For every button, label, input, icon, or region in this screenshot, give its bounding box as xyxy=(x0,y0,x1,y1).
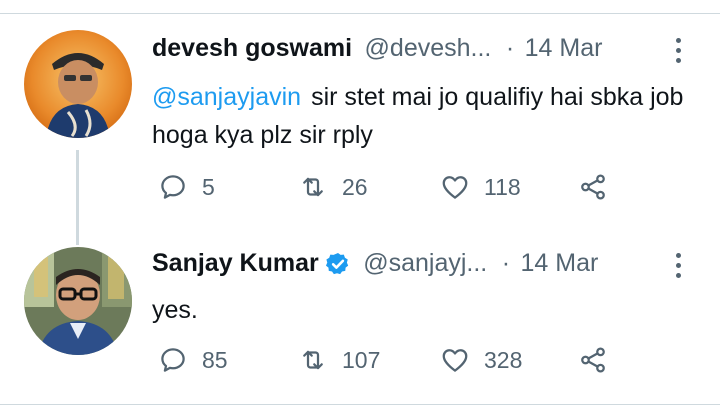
top-divider xyxy=(0,13,720,14)
tweet-actions: 5 26 118 xyxy=(158,170,638,204)
like-button[interactable]: 118 xyxy=(440,170,521,204)
avatar[interactable] xyxy=(24,30,132,138)
author-name[interactable]: devesh goswami xyxy=(152,34,352,63)
tweet-text: @sanjayjavin sir stet mai jo qualifiy hai… xyxy=(152,78,692,154)
tweet-date[interactable]: 14 Mar xyxy=(520,249,598,278)
share-button[interactable] xyxy=(578,170,608,204)
tweet-text: yes. xyxy=(152,291,692,329)
author-name[interactable]: Sanjay Kumar xyxy=(152,249,319,278)
tweet-date[interactable]: 14 Mar xyxy=(525,34,603,63)
reply-count: 85 xyxy=(202,346,228,373)
reply-icon xyxy=(161,175,185,199)
retweet-count: 107 xyxy=(342,346,381,373)
author-handle[interactable]: @sanjayj... xyxy=(363,249,487,278)
tweet-devesh[interactable]: devesh goswami @devesh... · 14 Mar @sanj… xyxy=(0,30,720,220)
verified-badge-icon xyxy=(325,252,348,274)
retweet-icon xyxy=(303,350,323,370)
separator: · xyxy=(501,249,511,277)
retweet-button[interactable]: 107 xyxy=(298,343,380,377)
tweet-header: devesh goswami @devesh... · 14 Mar xyxy=(152,34,690,70)
like-icon xyxy=(442,349,468,372)
like-icon xyxy=(442,176,468,199)
like-count: 118 xyxy=(484,173,521,200)
retweet-count: 26 xyxy=(342,173,368,200)
tweet-sanjay[interactable]: Sanjay Kumar @sanjayj... · 14 Mar yes. 8… xyxy=(0,245,720,385)
like-button[interactable]: 328 xyxy=(440,343,522,377)
separator: · xyxy=(505,34,515,62)
reply-button[interactable]: 85 xyxy=(158,343,228,377)
author-handle[interactable]: @devesh... xyxy=(365,34,492,63)
reply-button[interactable]: 5 xyxy=(158,170,215,204)
retweet-button[interactable]: 26 xyxy=(298,170,368,204)
more-options-icon[interactable] xyxy=(676,253,682,279)
more-options-icon[interactable] xyxy=(676,38,682,64)
tweet-actions: 85 107 328 xyxy=(158,343,638,377)
tweet-header: Sanjay Kumar @sanjayj... · 14 Mar xyxy=(152,249,690,285)
reply-count: 5 xyxy=(202,173,215,200)
share-button[interactable] xyxy=(578,343,608,377)
mention-link[interactable]: @sanjayjavin xyxy=(152,83,301,111)
share-icon xyxy=(581,347,605,373)
retweet-icon xyxy=(303,177,323,197)
reply-icon xyxy=(161,348,185,372)
bottom-divider xyxy=(0,404,720,405)
avatar[interactable] xyxy=(24,247,132,355)
share-icon xyxy=(581,174,605,200)
like-count: 328 xyxy=(484,346,523,373)
tweet-body: yes. xyxy=(152,296,198,324)
